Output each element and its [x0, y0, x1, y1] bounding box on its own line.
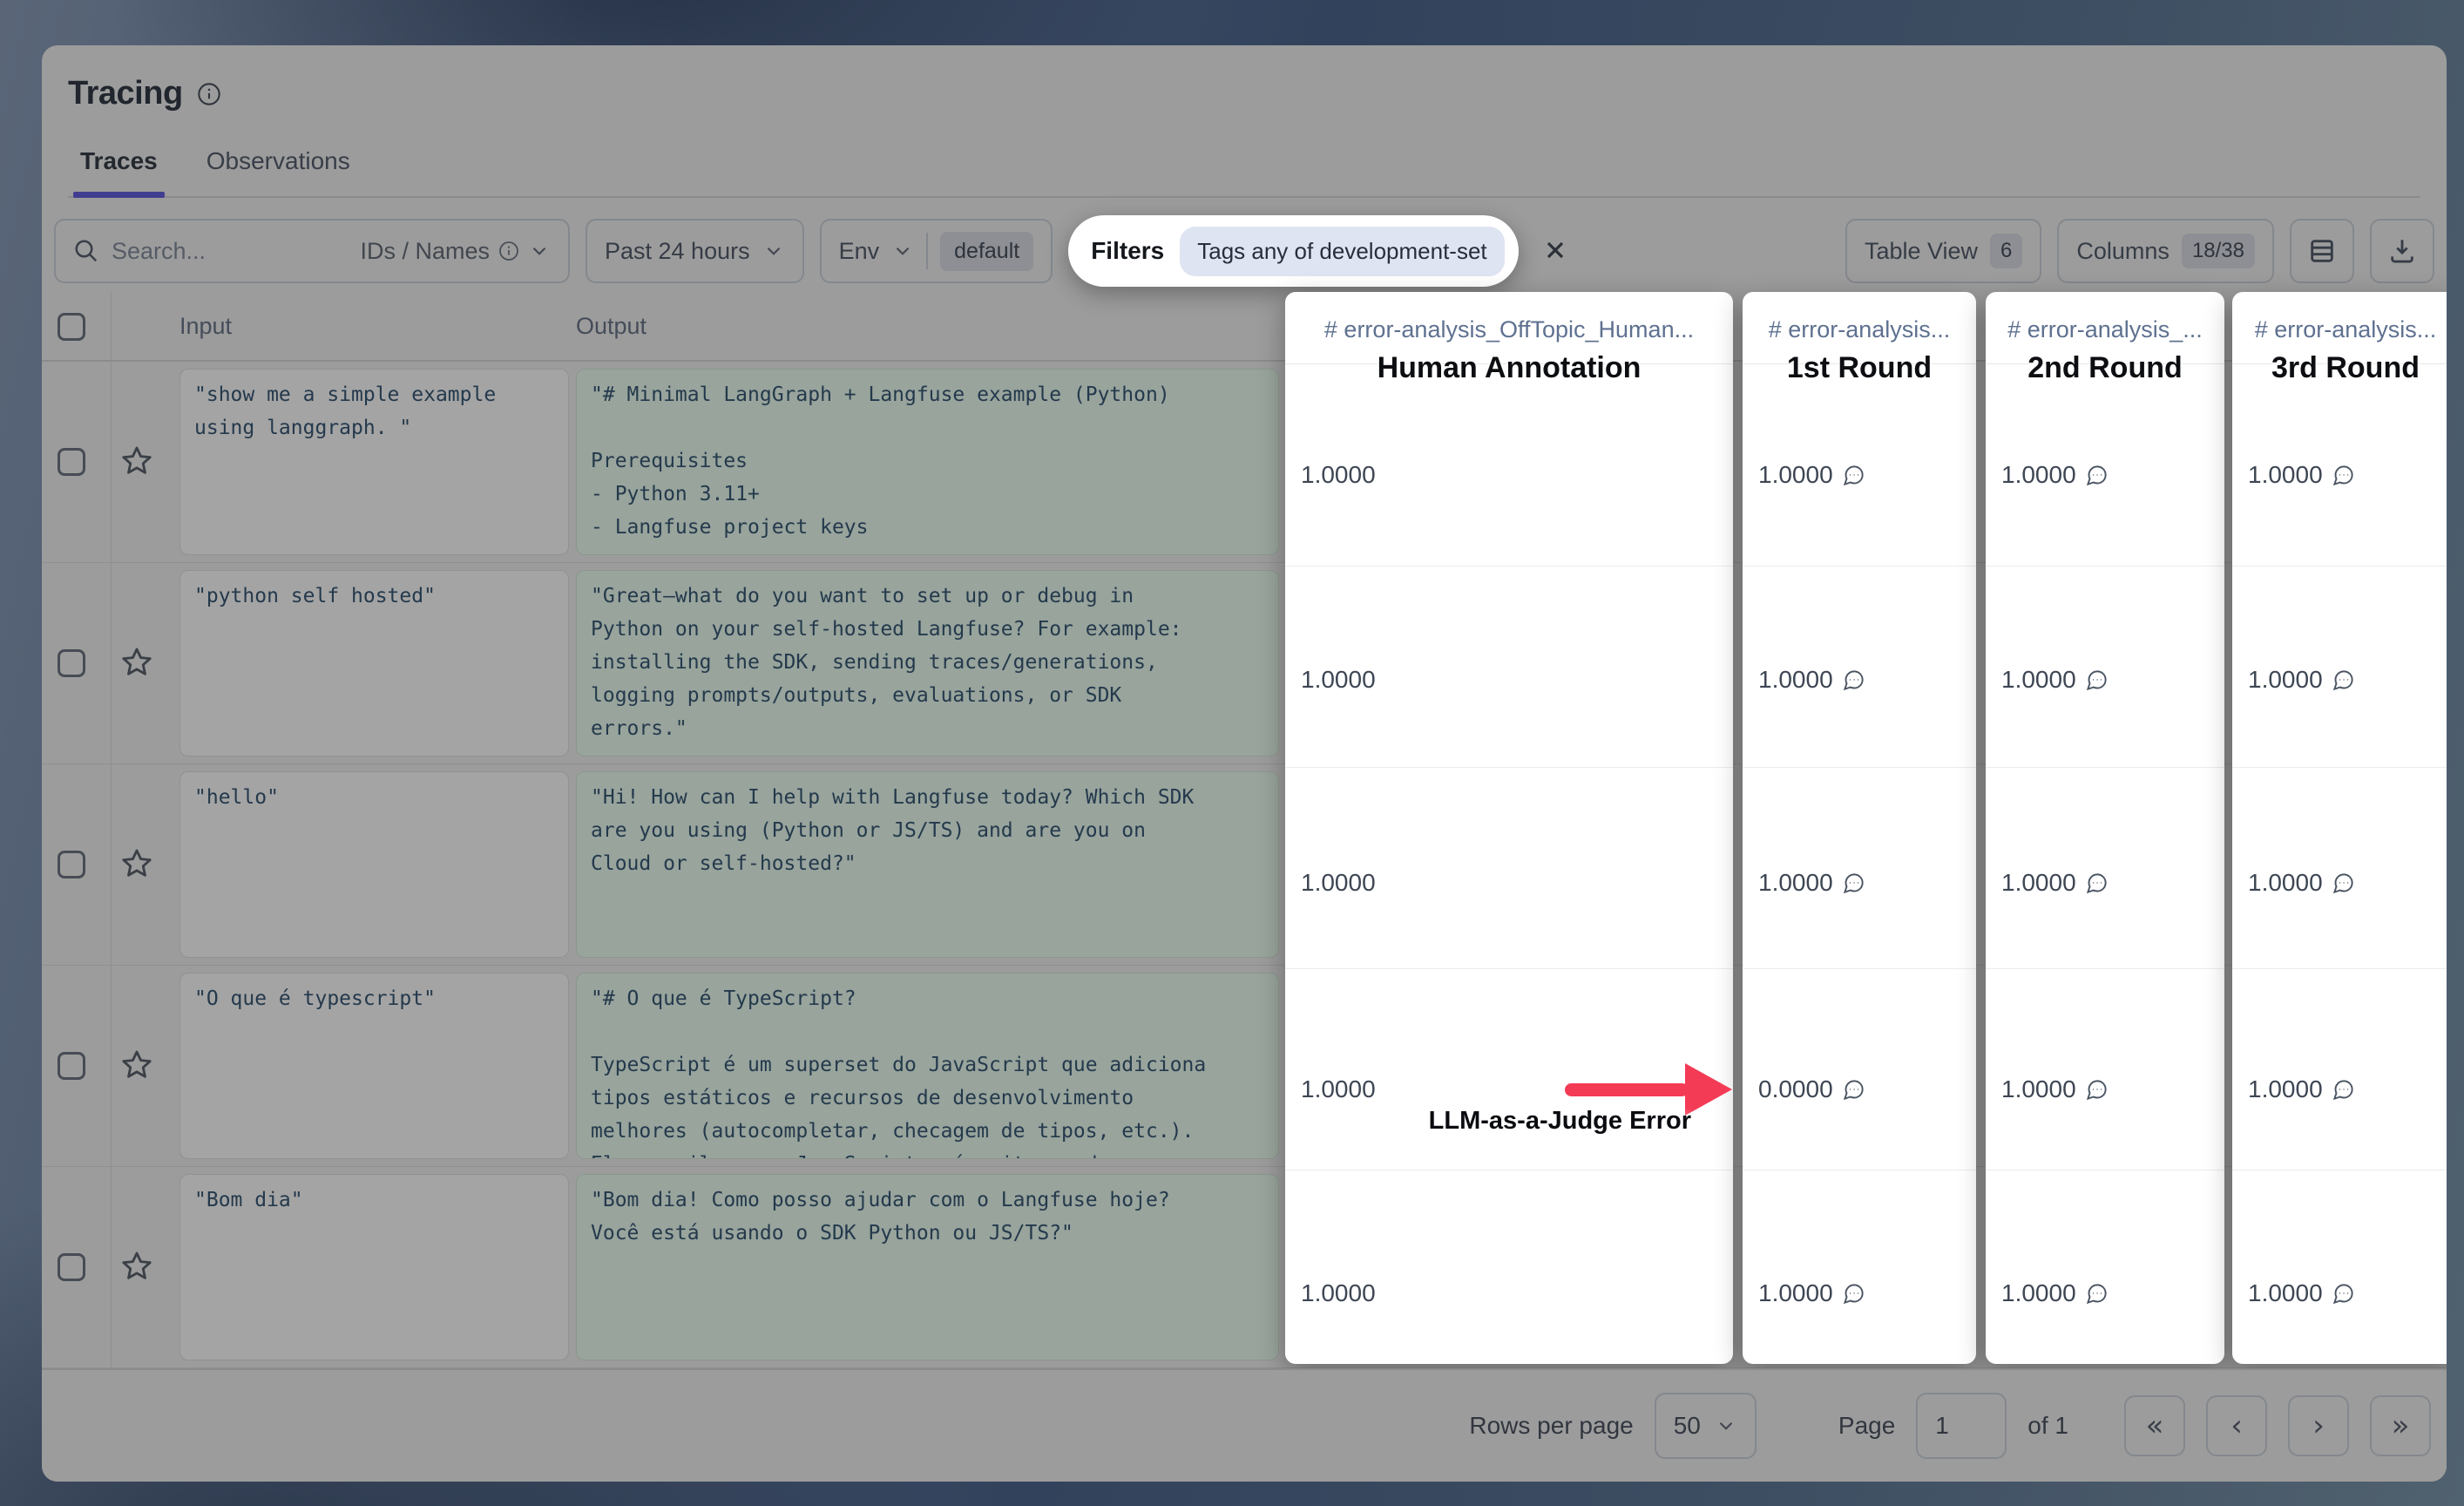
first-page-button[interactable]: «	[2124, 1395, 2185, 1456]
score-value[interactable]: 1.0000	[2001, 1074, 2109, 1105]
score-column-card: # error-analysis_OffTopic_Human... Human…	[1285, 292, 1733, 1364]
score-value[interactable]: 1.0000	[2248, 664, 2355, 695]
score-value[interactable]: 1.0000	[1758, 1278, 1865, 1309]
score-column-header[interactable]: # error-analysis...	[1748, 316, 1971, 343]
score-columns-overlay: # error-analysis_OffTopic_Human... Human…	[42, 45, 2447, 1482]
next-page-button[interactable]: ›	[2288, 1395, 2349, 1456]
score-value[interactable]: 1.0000	[2001, 664, 2109, 695]
round-annotation-label: Human Annotation	[1285, 351, 1733, 385]
annotation-arrow-head	[1685, 1063, 1732, 1116]
score-value[interactable]: 1.0000	[1301, 1074, 1376, 1105]
score-value[interactable]: 1.0000	[2248, 1074, 2355, 1105]
score-column-card: # error-analysis_... 2nd Round 1.0000 1.…	[1986, 292, 2224, 1364]
row-separator	[2232, 767, 2447, 768]
score-value[interactable]: 1.0000	[2248, 1278, 2355, 1309]
comment-icon[interactable]	[2085, 464, 2109, 487]
comment-icon[interactable]	[2332, 464, 2355, 487]
annotation-arrow	[1565, 1083, 1689, 1096]
comment-icon[interactable]	[2085, 1078, 2109, 1102]
page-label: Page	[1838, 1412, 1895, 1440]
comment-icon[interactable]	[1842, 1078, 1865, 1102]
score-value[interactable]: 1.0000	[1301, 867, 1376, 899]
chevron-down-icon	[1715, 1414, 1737, 1437]
rows-per-page-select[interactable]: 50	[1655, 1393, 1757, 1459]
last-page-button[interactable]: »	[2370, 1395, 2431, 1456]
previous-page-button[interactable]: ‹	[2206, 1395, 2267, 1456]
comment-icon[interactable]	[2332, 872, 2355, 895]
comment-icon[interactable]	[1842, 1282, 1865, 1306]
comment-icon[interactable]	[1842, 464, 1865, 487]
score-value[interactable]: 1.0000	[1758, 664, 1865, 695]
score-value[interactable]: 1.0000	[1301, 1278, 1376, 1309]
row-separator	[1986, 968, 2224, 969]
page-total-label: of 1	[2027, 1412, 2068, 1440]
page-number-input[interactable]: 1	[1916, 1393, 2007, 1459]
score-value[interactable]: 1.0000	[1758, 867, 1865, 899]
score-value[interactable]: 1.0000	[2001, 867, 2109, 899]
score-column-card: # error-analysis... 1st Round 1.0000 1.0…	[1743, 292, 1976, 1364]
desktop-background: Tracing TracesObservations Search.	[0, 0, 2464, 1506]
score-value[interactable]: 1.0000	[1758, 459, 1865, 491]
score-value[interactable]: 1.0000	[2248, 867, 2355, 899]
row-separator	[1285, 767, 1733, 768]
score-column-header[interactable]: # error-analysis_OffTopic_Human...	[1290, 316, 1728, 343]
comment-icon[interactable]	[1842, 668, 1865, 692]
comment-icon[interactable]	[2085, 1282, 2109, 1306]
comment-icon[interactable]	[2085, 668, 2109, 692]
comment-icon[interactable]	[2332, 668, 2355, 692]
round-annotation-label: 1st Round	[1743, 351, 1976, 385]
score-column-card: # error-analysis... 3rd Round 1.0000 1.0…	[2232, 292, 2447, 1364]
score-value[interactable]: 1.0000	[1301, 664, 1376, 695]
tracing-modal: Tracing TracesObservations Search.	[42, 45, 2447, 1482]
score-column-header[interactable]: # error-analysis_...	[1991, 316, 2219, 343]
comment-icon[interactable]	[2332, 1078, 2355, 1102]
score-value[interactable]: 1.0000	[1301, 459, 1376, 491]
comment-icon[interactable]	[2085, 872, 2109, 895]
score-value[interactable]: 1.0000	[2001, 459, 2109, 491]
annotation-arrow-label: LLM-as-a-Judge Error	[1397, 1107, 1691, 1136]
round-annotation-label: 3rd Round	[2232, 351, 2447, 385]
row-separator	[1743, 968, 1976, 969]
row-separator	[2232, 968, 2447, 969]
round-annotation-label: 2nd Round	[1986, 351, 2224, 385]
rows-per-page-label: Rows per page	[1469, 1412, 1633, 1440]
score-value[interactable]: 0.0000	[1758, 1074, 1865, 1105]
score-value[interactable]: 1.0000	[2248, 459, 2355, 491]
score-value[interactable]: 1.0000	[2001, 1278, 2109, 1309]
row-separator	[1986, 767, 2224, 768]
row-separator	[1743, 767, 1976, 768]
score-column-header[interactable]: # error-analysis...	[2237, 316, 2447, 343]
comment-icon[interactable]	[1842, 872, 1865, 895]
row-separator	[1285, 968, 1733, 969]
comment-icon[interactable]	[2332, 1282, 2355, 1306]
table-footer: Rows per page 50 Page 1 of 1 « ‹ › »	[42, 1368, 2447, 1482]
